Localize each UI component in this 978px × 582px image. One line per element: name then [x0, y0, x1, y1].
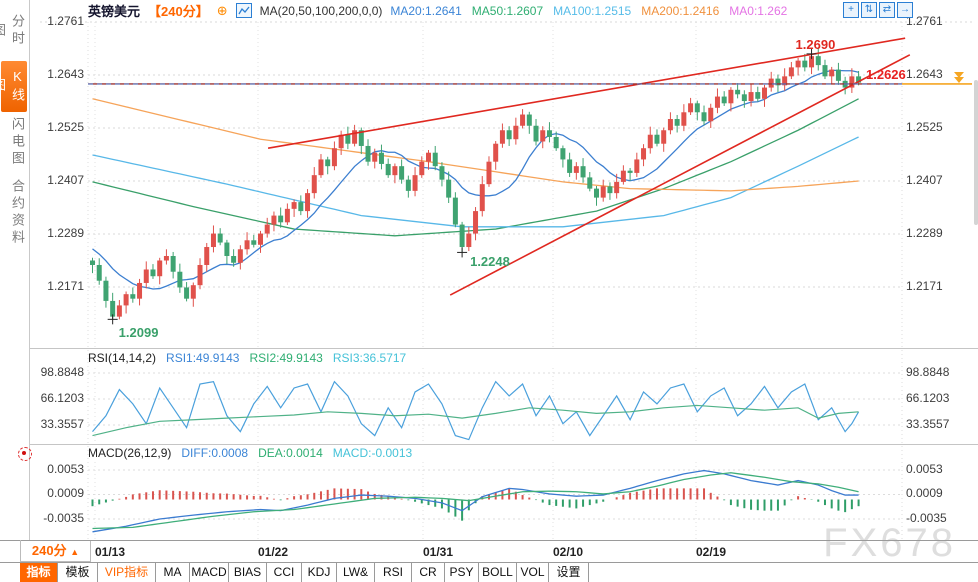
main-y-axis-label-right: 1.2171	[906, 279, 943, 293]
toolbar-button-11[interactable]: PSY	[445, 563, 479, 582]
macd-y-axis-label-left: 0.0009	[32, 486, 84, 500]
toolbar-button-14[interactable]: 设置	[549, 563, 589, 582]
main-y-axis-label-right: 1.2289	[906, 226, 943, 240]
alert-dot-icon[interactable]	[18, 447, 32, 461]
rsi-value-2: RSI3:36.5717	[333, 351, 406, 365]
macd-y-axis-label-right: 0.0053	[906, 462, 943, 476]
x-axis-label-1: 01/22	[258, 545, 288, 559]
ma-value-2: MA100:1.2515	[553, 4, 631, 18]
ma-value-0: MA20:1.2641	[390, 4, 461, 18]
scroll-to-latest-icon[interactable]	[954, 77, 964, 83]
toolbar-button-6[interactable]: CCI	[267, 563, 302, 582]
chart-window-controls: +⇅⇄→	[843, 2, 913, 18]
panel-divider	[0, 444, 978, 445]
x-axis-label-0: 01/13	[95, 545, 125, 559]
main-y-axis-label-left: 1.2761	[36, 14, 84, 28]
price-annotation: 1.2626	[866, 67, 906, 82]
toolbar-button-4[interactable]: MACD	[190, 563, 229, 582]
watermark: FX678	[823, 521, 956, 566]
rsi-y-axis-label-right: 33.3557	[906, 417, 949, 431]
ma-value-1: MA50:1.2607	[472, 4, 543, 18]
toolbar-button-1[interactable]: 模板	[58, 563, 98, 582]
sidebar-item-contract-info[interactable]: 合约资料	[1, 176, 27, 249]
rsi-legend: RSI(14,14,2) RSI1:49.9143RSI2:49.9143RSI…	[88, 351, 416, 365]
rsi-params-label: RSI(14,14,2)	[88, 351, 156, 365]
macd-y-axis-label-right: -0.0035	[906, 511, 947, 525]
rsi-value-0: RSI1:49.9143	[166, 351, 239, 365]
rsi-y-axis-label-right: 66.1203	[906, 391, 949, 405]
main-y-axis-label-right: 1.2643	[906, 67, 943, 81]
rsi-y-axis-label-left: 33.3557	[32, 417, 84, 431]
timeframe-value: 240分	[32, 543, 67, 558]
macd-legend: MACD(26,12,9) DIFF:0.0008 DEA:0.0014 MACD:…	[88, 446, 422, 460]
x-axis-label-2: 01/31	[423, 545, 453, 559]
toolbar-button-0[interactable]: 指标	[20, 563, 58, 582]
macd-value-0: DIFF:0.0008	[181, 446, 248, 460]
main-chart[interactable]	[0, 0, 978, 582]
x-axis-label-4: 02/19	[696, 545, 726, 559]
chart-header: 英镑美元 【240分】 ⊕ MA(20,50,100,200,0,0) MA20…	[88, 2, 797, 19]
ma-value-4: MA0:1.262	[729, 4, 787, 18]
macd-params-label: MACD(26,12,9)	[88, 446, 171, 460]
main-y-axis-label-right: 1.2407	[906, 173, 943, 187]
timeframe-label: 【240分】	[148, 1, 209, 20]
axis-divider	[0, 540, 978, 541]
chart-control-icon-2[interactable]: ⇄	[879, 2, 895, 18]
price-annotation: 1.2690	[796, 37, 836, 52]
main-y-axis-label-left: 1.2289	[36, 226, 84, 240]
indicator-toolbar: 指标模板VIP指标MAMACDBIASCCIKDJLW&RSICRPSYBOLL…	[20, 562, 589, 582]
toolbar-button-5[interactable]: BIAS	[229, 563, 267, 582]
ma-value-3: MA200:1.2416	[641, 4, 719, 18]
toolbar-button-7[interactable]: KDJ	[302, 563, 337, 582]
macd-y-axis-label-left: -0.0035	[32, 511, 84, 525]
rsi-values: RSI1:49.9143 RSI2:49.9143 RSI3:36.5717	[166, 351, 416, 365]
toolbar-button-9[interactable]: RSI	[375, 563, 412, 582]
macd-values: DIFF:0.0008 DEA:0.0014 MACD:-0.0013	[181, 446, 422, 460]
main-y-axis-label-left: 1.2525	[36, 120, 84, 134]
toolbar-button-2[interactable]: VIP指标	[98, 563, 156, 582]
panel-divider	[0, 348, 978, 349]
macd-y-axis-label-left: 0.0053	[32, 462, 84, 476]
toolbar-button-3[interactable]: MA	[156, 563, 190, 582]
main-y-axis-label-left: 1.2407	[36, 173, 84, 187]
chart-control-icon-3[interactable]: →	[897, 2, 913, 18]
add-indicator-icon[interactable]: ⊕	[217, 3, 228, 19]
toolbar-button-12[interactable]: BOLL	[479, 563, 517, 582]
main-y-axis-label-right: 1.2525	[906, 120, 943, 134]
right-scrollbar[interactable]	[974, 80, 978, 225]
rsi-y-axis-label-left: 98.8848	[32, 365, 84, 379]
price-annotation: 1.2099	[119, 325, 159, 340]
macd-value-1: DEA:0.0014	[258, 446, 323, 460]
ma-values: MA20:1.2641 MA50:1.2607 MA100:1.2515 MA200:…	[390, 4, 797, 18]
price-annotation: 1.2248	[470, 254, 510, 269]
toolbar-button-8[interactable]: LW&	[337, 563, 375, 582]
main-y-axis-label-left: 1.2171	[36, 279, 84, 293]
main-y-axis-label-left: 1.2643	[36, 67, 84, 81]
rsi-value-1: RSI2:49.9143	[249, 351, 322, 365]
macd-value-2: MACD:-0.0013	[333, 446, 412, 460]
rsi-y-axis-label-left: 66.1203	[32, 391, 84, 405]
timeframe-selector[interactable]: 240分 ▲	[20, 541, 91, 562]
sidebar-item-candle-chart[interactable]: K线图	[1, 61, 27, 112]
toolbar-button-13[interactable]: VOL	[517, 563, 549, 582]
chevron-up-icon: ▲	[70, 547, 79, 557]
sidebar-item-lightning-chart[interactable]: 闪电图	[1, 117, 27, 168]
sidebar-item-time-chart[interactable]: 分时图	[1, 6, 27, 56]
ma-settings-icon[interactable]	[236, 3, 252, 18]
x-axis-label-3: 02/10	[553, 545, 583, 559]
chart-control-icon-1[interactable]: ⇅	[861, 2, 877, 18]
macd-y-axis-label-right: 0.0009	[906, 486, 943, 500]
rsi-y-axis-label-right: 98.8848	[906, 365, 949, 379]
chart-control-icon-0[interactable]: +	[843, 2, 859, 18]
ma-params-label: MA(20,50,100,200,0,0)	[260, 4, 383, 18]
toolbar-button-10[interactable]: CR	[412, 563, 445, 582]
chart-application-window: 分时图 K线图 闪电图 合约资料 英镑美元 【240分】 ⊕ MA(20,50,…	[0, 0, 978, 582]
symbol-name: 英镑美元	[88, 1, 140, 20]
